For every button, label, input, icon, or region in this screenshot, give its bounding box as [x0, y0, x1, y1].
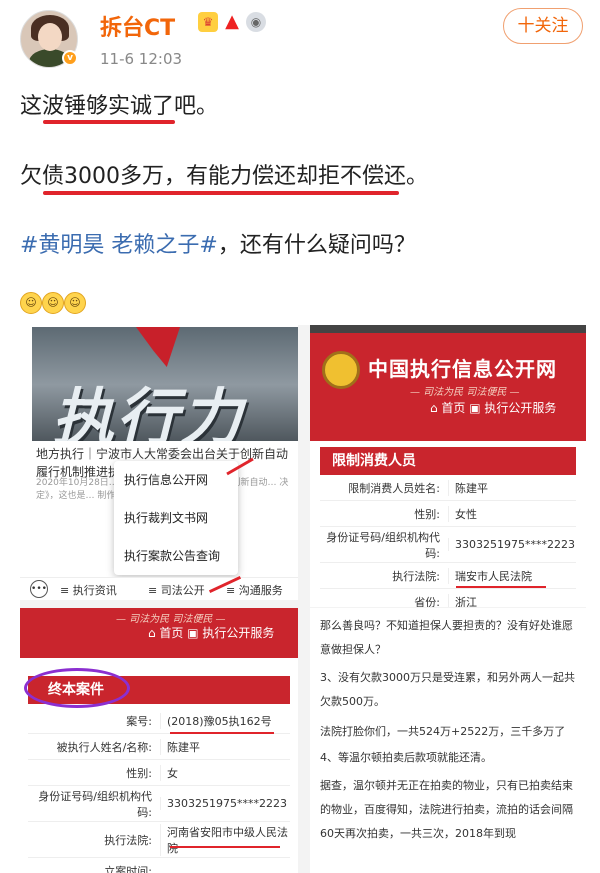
- post-time: 11-6 12:03: [100, 50, 183, 68]
- field-label: 身份证号码/组织机构代码:: [38, 789, 152, 819]
- field-label: 立案时间:: [104, 864, 152, 873]
- text-paragraph: 4、等温尔顿拍卖后款项就能还清。: [320, 751, 492, 764]
- field-label: 身份证号码/组织机构代码:: [326, 530, 440, 560]
- username[interactable]: 拆台CT: [100, 10, 175, 42]
- court-emblem-icon: [322, 351, 360, 389]
- underline-mark: [170, 846, 280, 848]
- section-title: 限制消费人员: [320, 447, 576, 475]
- site-banner: — 司法为民 司法便民 — ⌂ 首页 ▣ 执行公开服务: [20, 608, 298, 658]
- post-line-3-rest: ，还有什么疑问吗？: [217, 233, 416, 258]
- text-paragraph: 法院打脸你们，一共524万+2522万，三千多万了: [320, 725, 566, 738]
- field-value: 陈建平: [448, 479, 576, 496]
- site-nav[interactable]: ⌂ 首页 ▣ 执行公开服务: [430, 399, 556, 416]
- underline-mark: [456, 586, 546, 588]
- emoji-icon: ☺: [64, 292, 86, 314]
- field-label: 案号:: [126, 714, 152, 728]
- field-value: 浙江: [448, 593, 576, 607]
- field-label: 执行法院:: [104, 833, 152, 847]
- site-title: 中国执行信息公开网: [368, 357, 557, 381]
- field-value: 瑞安市人民法院: [448, 567, 576, 584]
- underline-mark: [43, 120, 175, 124]
- screenshot-panel-text: 那么善良吗？不知道担保人要担责的？没有好处谁愿意做担保人？ 3、没有欠款3000…: [310, 608, 586, 873]
- post-line-1: 这波锤够实诚了吧。: [20, 94, 219, 119]
- field-label: 性别:: [126, 766, 152, 780]
- menu-item[interactable]: 执行案款公告查询: [114, 537, 238, 575]
- field-label: 性别:: [414, 507, 440, 521]
- site-slogan: — 司法为民 司法便民 —: [116, 614, 226, 625]
- field-label: 被执行人姓名/名称:: [56, 740, 152, 754]
- hero-banner: 执行力: [32, 327, 298, 455]
- text-paragraph: 那么善良吗？不知道担保人要担责的？没有好处谁愿意做担保人？: [320, 619, 573, 656]
- menu-item[interactable]: 执行裁判文书网: [114, 499, 238, 537]
- hashtag-link[interactable]: #黄明昊 老赖之子#: [20, 233, 218, 258]
- underline-mark: [170, 732, 274, 734]
- field-label: 执行法院:: [392, 569, 440, 583]
- screenshot-panel-enforcement: 执行力 地方执行｜宁波市人大常委会出台关于创新自动履行机制推进执行工作决定 20…: [20, 325, 298, 600]
- post-line-2: 欠债3000多万，有能力偿还却拒不偿还。: [20, 164, 428, 189]
- emoji-icon: ☺: [20, 292, 42, 314]
- site-banner: 中国执行信息公开网 — 司法为民 司法便民 — ⌂ 首页 ▣ 执行公开服务: [310, 325, 586, 441]
- screenshot-panel-closed-case: — 司法为民 司法便民 — ⌂ 首页 ▣ 执行公开服务 终本案件 案号: (201…: [20, 608, 298, 873]
- field-value: 女: [160, 764, 290, 781]
- medal-badge-icon: ◉: [246, 12, 266, 32]
- highlight-circle: [24, 668, 130, 708]
- nav-item[interactable]: ≡ 执行资讯: [60, 582, 117, 598]
- image-collage[interactable]: 执行力 地方执行｜宁波市人大常委会出台关于创新自动履行机制推进执行工作决定 20…: [20, 325, 586, 873]
- field-value: 3303251975****2223: [160, 797, 290, 810]
- site-slogan: — 司法为民 司法便民 —: [410, 387, 520, 398]
- text-paragraph: 3、没有欠款3000万只是受连累，和另外两人一起共欠款500万。: [320, 671, 575, 708]
- screenshot-panel-restricted: 中国执行信息公开网 — 司法为民 司法便民 — ⌂ 首页 ▣ 执行公开服务 限制…: [310, 325, 586, 607]
- verified-icon: v: [62, 50, 78, 66]
- post-header: v 拆台CT ♛ ▲ ◉ 11-6 12:03 十关注: [0, 0, 600, 80]
- field-value: (2018)豫05执162号: [160, 712, 290, 729]
- site-nav[interactable]: ⌂ 首页 ▣ 执行公开服务: [148, 624, 274, 641]
- field-value: 陈建平: [160, 738, 290, 755]
- field-label: 省份:: [414, 595, 440, 608]
- text-paragraph: 据查，温尔顿并无正在拍卖的物业，只有已拍卖结束的物业，百度得知，法院进行拍卖，流…: [320, 779, 573, 840]
- chat-icon[interactable]: •••: [30, 580, 48, 598]
- bottom-nav: ••• ≡ 执行资讯 ≡ 司法公开 ≡ 沟通服务: [20, 577, 298, 600]
- peak-badge-icon: ▲: [225, 11, 239, 32]
- emoji-icon: ☺: [42, 292, 64, 314]
- underline-mark: [43, 191, 399, 195]
- nav-item[interactable]: ≡ 沟通服务: [226, 582, 283, 598]
- nav-item[interactable]: ≡ 司法公开: [148, 582, 205, 598]
- crown-badge-icon: ♛: [198, 12, 218, 32]
- field-label: 限制消费人员姓名:: [348, 481, 440, 495]
- follow-button[interactable]: 十关注: [503, 8, 583, 44]
- field-value: 3303251975****2223: [448, 538, 576, 551]
- field-value: 女性: [448, 505, 576, 522]
- user-badges: ♛ ▲ ◉: [198, 12, 266, 32]
- menu-item[interactable]: 执行信息公开网: [114, 461, 238, 499]
- field-value: 河南省安阳市中级人民法院: [160, 823, 290, 856]
- emoji-row: ☺ ☺ ☺: [20, 292, 86, 314]
- popup-menu: 执行信息公开网 执行裁判文书网 执行案款公告查询: [114, 461, 238, 575]
- post-line-3: #黄明昊 老赖之子#，还有什么疑问吗？: [20, 227, 416, 259]
